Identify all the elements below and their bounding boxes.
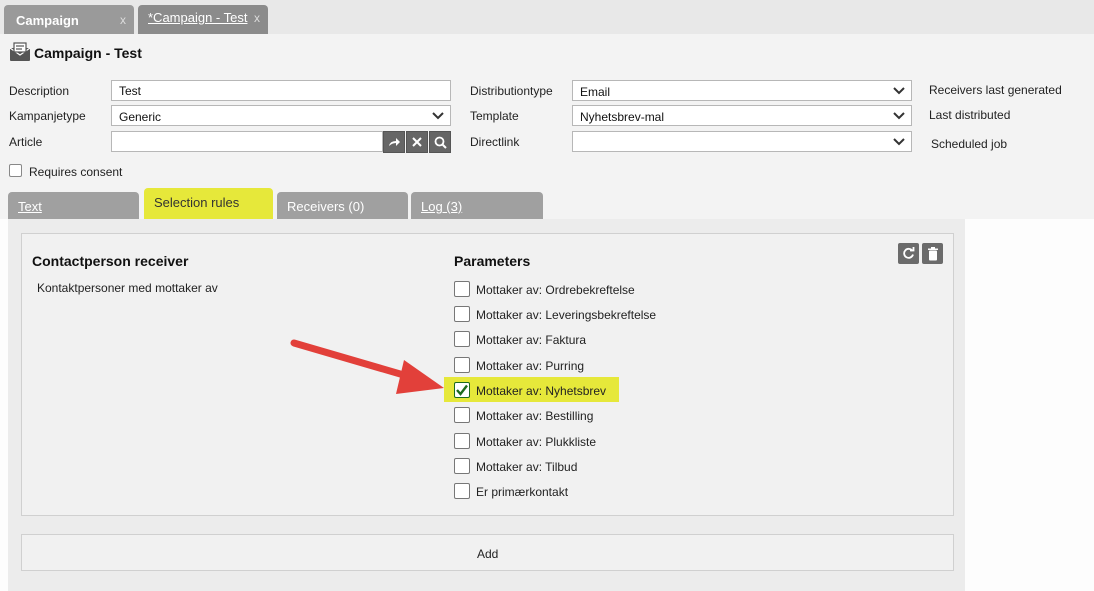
search-article-button[interactable]	[429, 131, 451, 153]
directlink-label: Directlink	[470, 135, 520, 149]
parameter-checkbox[interactable]	[454, 483, 470, 499]
directlink-select[interactable]	[572, 131, 912, 152]
parameter-checkbox-checked[interactable]	[454, 382, 470, 398]
refresh-rule-button[interactable]	[898, 243, 919, 264]
kampanjetype-label: Kampanjetype	[9, 109, 86, 123]
parameters-title: Parameters	[454, 253, 531, 269]
receivers-last-generated-label: Receivers last generated	[929, 83, 1062, 97]
trash-icon	[927, 246, 938, 260]
parameter-checkbox[interactable]	[454, 306, 470, 322]
article-label: Article	[9, 135, 43, 149]
tab-text[interactable]: Text	[8, 192, 139, 219]
scheduled-job-label: Scheduled job	[931, 137, 1008, 151]
window-tab-campaign[interactable]: Campaign x	[4, 5, 134, 34]
navigate-article-button[interactable]	[383, 131, 405, 153]
clear-article-button[interactable]	[406, 131, 428, 153]
close-tab-icon[interactable]: x	[120, 13, 126, 27]
close-tab-icon[interactable]: x	[254, 11, 260, 25]
parameter-checkbox[interactable]	[454, 357, 470, 373]
description-label: Description	[9, 84, 70, 98]
kampanjetype-select[interactable]: Generic	[111, 105, 451, 126]
checkmark-icon	[456, 384, 468, 396]
window-tab-campaign-test[interactable]: *Campaign - Test x	[138, 5, 268, 34]
template-select[interactable]: Nyhetsbrev-mal	[572, 105, 912, 126]
tab-receivers[interactable]: Receivers (0)	[277, 192, 408, 219]
refresh-icon	[903, 247, 915, 259]
rule-description: Kontaktpersoner med mottaker av	[37, 281, 218, 295]
requires-consent-label: Requires consent	[29, 165, 123, 179]
chevron-down-icon	[893, 112, 905, 120]
rule-title: Contactperson receiver	[32, 253, 189, 269]
parameter-checkbox[interactable]	[454, 331, 470, 347]
add-rule-button[interactable]: Add	[21, 534, 954, 571]
page-title: Campaign - Test	[34, 45, 142, 61]
campaign-envelope-icon	[9, 42, 31, 61]
parameter-checkbox[interactable]	[454, 458, 470, 474]
arrow-right-icon	[389, 138, 400, 146]
template-label: Template	[470, 109, 519, 123]
distributiontype-select[interactable]: Email	[572, 80, 912, 101]
delete-rule-button[interactable]	[922, 243, 943, 264]
window-tab-bar: Campaign x *Campaign - Test x	[0, 0, 1094, 34]
chevron-down-icon	[893, 138, 905, 146]
requires-consent-checkbox[interactable]	[9, 164, 22, 177]
description-input[interactable]: Test	[111, 80, 451, 101]
parameter-checkbox[interactable]	[454, 281, 470, 297]
tab-log[interactable]: Log (3)	[411, 192, 543, 219]
chevron-down-icon	[432, 112, 444, 120]
search-icon	[434, 136, 447, 149]
parameter-checkbox[interactable]	[454, 433, 470, 449]
distributiontype-label: Distributiontype	[470, 84, 553, 98]
last-distributed-label: Last distributed	[929, 108, 1011, 122]
selection-rule-panel: Contactperson receiver Kontaktpersoner m…	[21, 233, 954, 516]
annotation-arrow	[290, 339, 444, 394]
article-input[interactable]	[111, 131, 383, 152]
chevron-down-icon	[893, 87, 905, 95]
parameter-checkbox[interactable]	[454, 407, 470, 423]
tab-selection-rules[interactable]: Selection rules	[144, 188, 273, 219]
close-icon	[412, 137, 422, 147]
